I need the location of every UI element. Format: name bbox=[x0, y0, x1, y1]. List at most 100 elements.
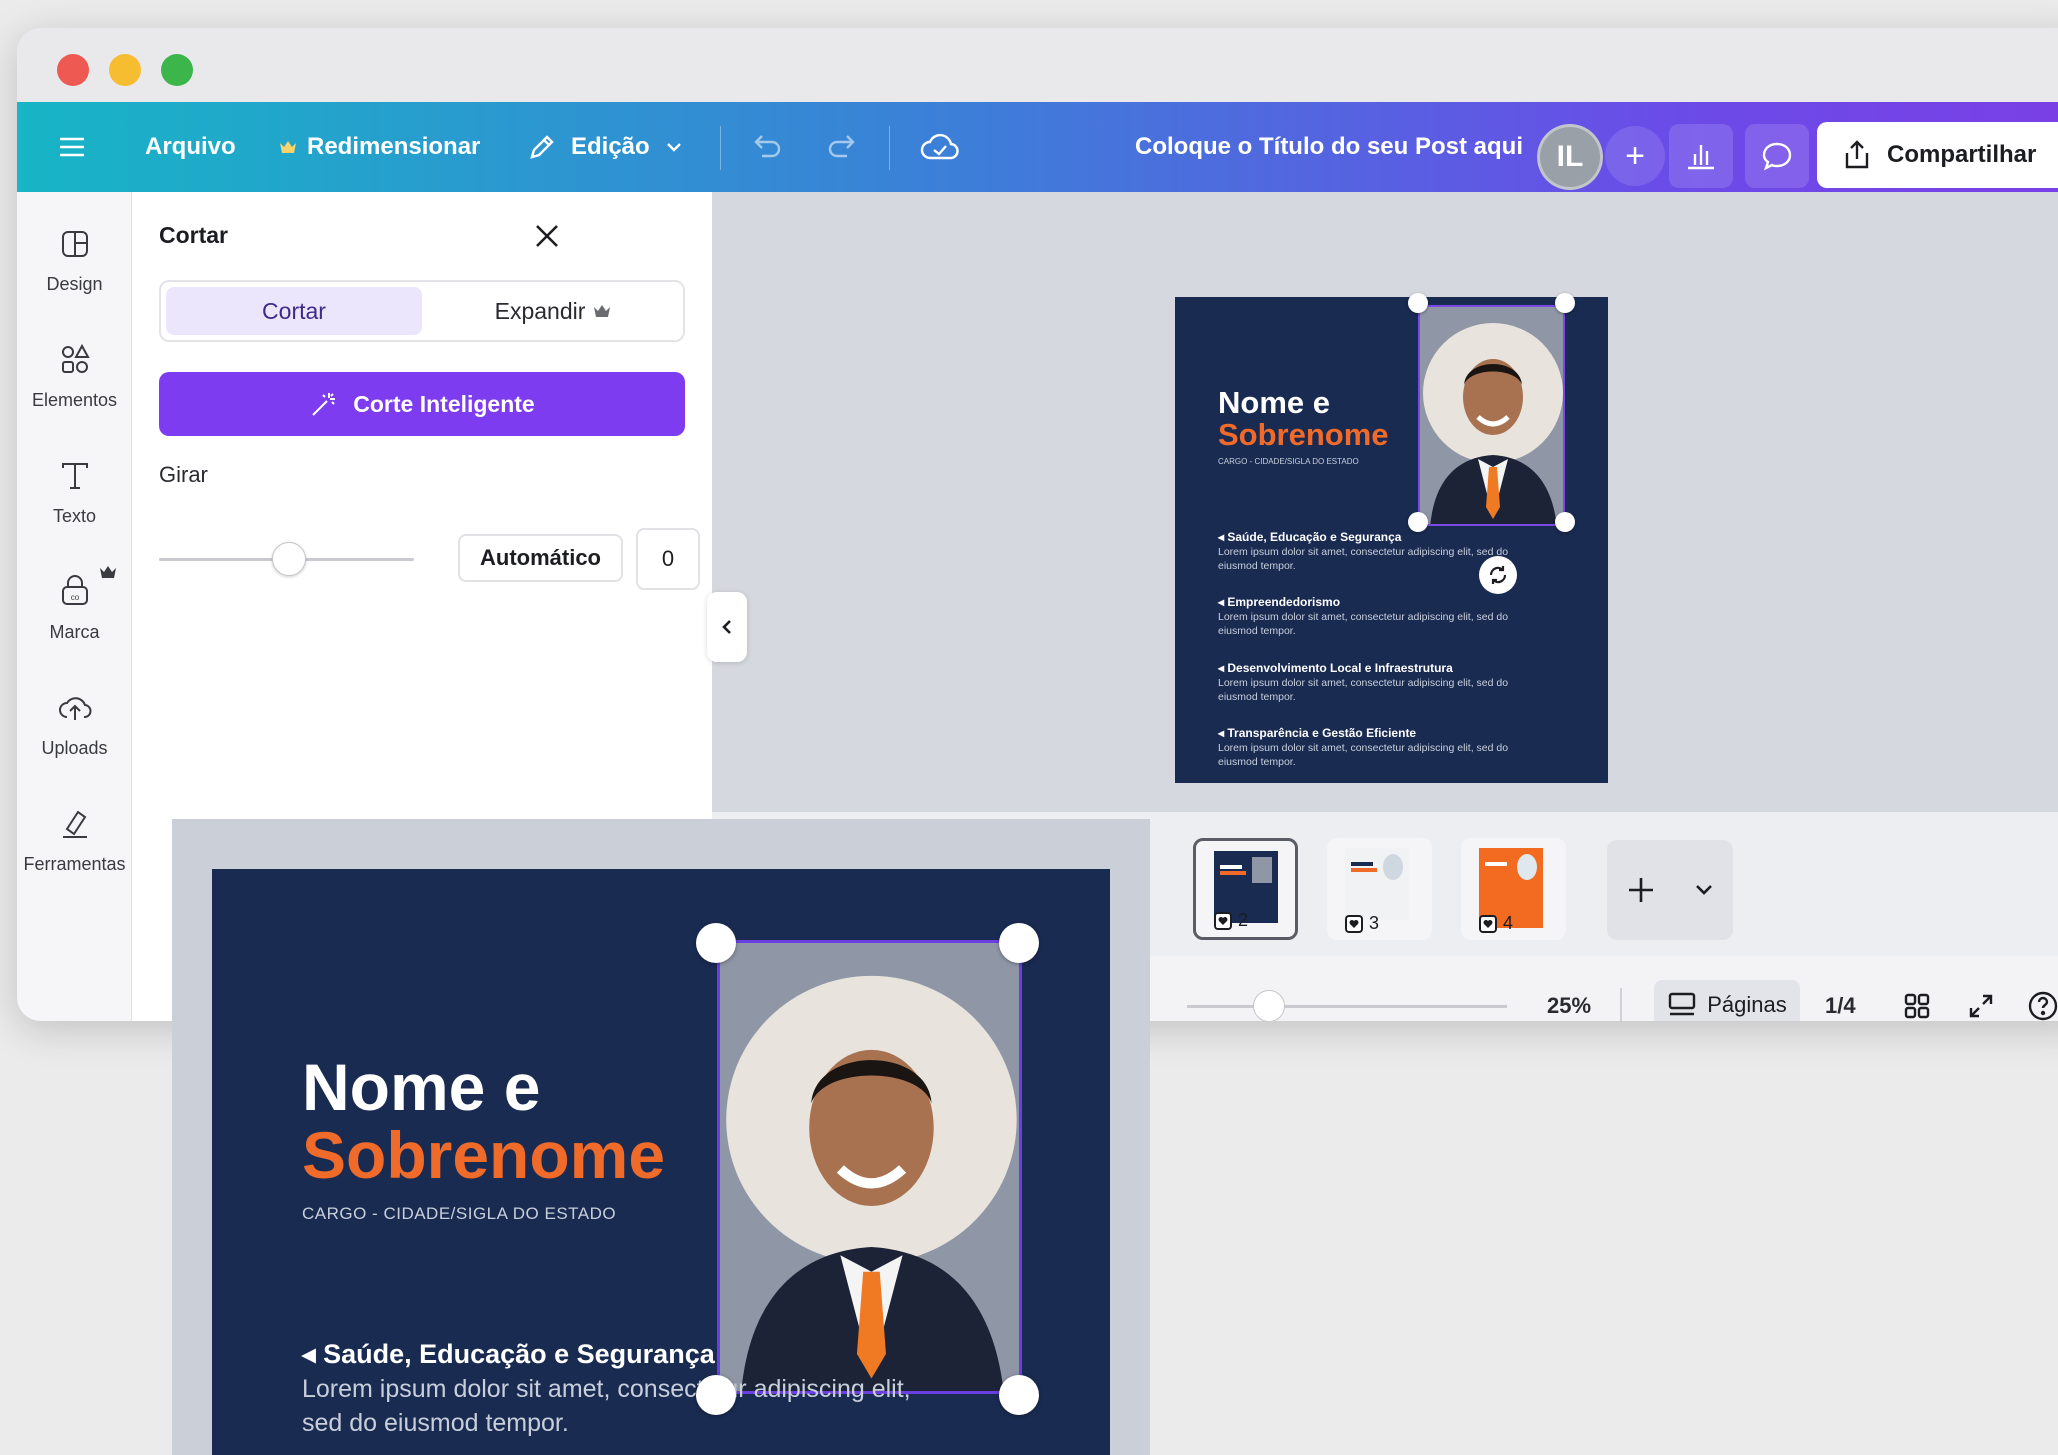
zoomed-bullet-title: ◂ Saúde, Educação e Segurança bbox=[302, 1339, 715, 1369]
pages-button[interactable]: Páginas bbox=[1654, 980, 1800, 1021]
tab-crop[interactable]: Cortar bbox=[166, 287, 422, 335]
thumbnail-photo bbox=[1252, 857, 1272, 883]
share-button[interactable]: Compartilhar bbox=[1817, 122, 2058, 188]
poster-bullet-text[interactable]: Lorem ipsum dolor sit amet, consectetur … bbox=[1218, 611, 1538, 638]
smart-crop-button[interactable]: Corte Inteligente bbox=[159, 372, 685, 436]
invite-button[interactable]: + bbox=[1605, 126, 1665, 186]
close-window-button[interactable] bbox=[57, 54, 89, 86]
rotate-slider-handle[interactable] bbox=[272, 542, 306, 576]
close-panel-button[interactable] bbox=[527, 216, 567, 256]
fullscreen-button[interactable] bbox=[1961, 986, 2001, 1021]
hamburger-icon bbox=[60, 137, 84, 157]
candidate-photo[interactable] bbox=[1418, 305, 1565, 526]
sidebar-item-design[interactable]: Design bbox=[17, 224, 132, 295]
page-number: 4 bbox=[1479, 913, 1513, 934]
comments-button[interactable] bbox=[1745, 124, 1809, 188]
file-menu[interactable]: Arquivo bbox=[145, 102, 236, 192]
zoomed-candidate-photo bbox=[717, 940, 1022, 1394]
crop-handle-top-left[interactable] bbox=[1408, 293, 1428, 313]
maximize-window-button[interactable] bbox=[161, 54, 193, 86]
toolbar-divider bbox=[720, 126, 721, 170]
edit-menu[interactable]: Edição bbox=[527, 102, 684, 192]
heart-badge-icon bbox=[1214, 911, 1232, 930]
rotate-angle-input[interactable]: 0 bbox=[636, 528, 700, 590]
zoomed-crop-handle-top-right bbox=[999, 923, 1039, 963]
page-thumbnail-3[interactable]: 3 bbox=[1327, 838, 1432, 940]
crown-icon bbox=[594, 305, 611, 317]
crop-handle-bottom-right[interactable] bbox=[1555, 512, 1575, 532]
upload-share-icon bbox=[1845, 140, 1869, 169]
add-page-plus-icon[interactable] bbox=[1626, 875, 1656, 905]
cloud-check-icon bbox=[920, 133, 959, 160]
poster-bullet-title[interactable]: ◂ Transparência e Gestão Eficiente bbox=[1218, 726, 1416, 740]
help-button[interactable] bbox=[2023, 986, 2058, 1021]
zoomed-detail-overlay: Nome e Sobrenome CARGO - CIDADE/SIGLA DO… bbox=[172, 819, 1150, 1455]
resize-menu[interactable]: Redimensionar bbox=[279, 102, 480, 192]
svg-text:co: co bbox=[70, 593, 79, 602]
auto-rotate-button[interactable]: Automático bbox=[458, 534, 623, 582]
sidebar-item-brand[interactable]: co Marca bbox=[17, 566, 132, 643]
zoomed-name-line1: Nome e bbox=[302, 1050, 541, 1124]
redo-icon bbox=[828, 135, 855, 158]
zoom-level[interactable]: 25% bbox=[1547, 993, 1591, 1019]
undo-icon bbox=[754, 135, 781, 158]
poster-role[interactable]: CARGO - CIDADE/SIGLA DO ESTADO bbox=[1218, 457, 1359, 466]
poster-bullet-title[interactable]: ◂ Desenvolvimento Local e Infraestrutura bbox=[1218, 661, 1453, 675]
grid-icon bbox=[1904, 993, 1930, 1019]
sidebar-item-text[interactable]: Texto bbox=[17, 456, 132, 527]
grid-view-button[interactable] bbox=[1897, 986, 1937, 1021]
poster-bullet-title[interactable]: ◂ Saúde, Educação e Segurança bbox=[1218, 530, 1401, 544]
crop-mode-tabs: Cortar Expandir bbox=[159, 280, 685, 342]
brand-kit-icon: co bbox=[61, 575, 88, 605]
page-number: 3 bbox=[1345, 913, 1379, 934]
zoomed-crop-handle-top-left bbox=[696, 923, 736, 963]
poster-bullet-text[interactable]: Lorem ipsum dolor sit amet, consectetur … bbox=[1218, 677, 1538, 704]
thumbnail-line bbox=[1485, 862, 1507, 866]
crop-handle-bottom-left[interactable] bbox=[1408, 512, 1428, 532]
title-bar bbox=[17, 28, 2058, 102]
sidebar-item-elements[interactable]: Elementos bbox=[17, 340, 132, 411]
redo-button[interactable] bbox=[825, 102, 859, 192]
pen-tool-icon bbox=[62, 810, 87, 838]
zoom-slider-handle[interactable] bbox=[1253, 990, 1285, 1021]
toolbar-divider bbox=[889, 126, 890, 170]
rotate-handle[interactable] bbox=[1479, 556, 1517, 594]
cloud-save-button[interactable] bbox=[920, 102, 960, 192]
sidebar-item-tools[interactable]: Ferramentas bbox=[17, 804, 132, 875]
zoomed-crop-handle-bottom-left bbox=[696, 1375, 736, 1415]
chevron-down-icon[interactable] bbox=[1693, 879, 1715, 901]
undo-button[interactable] bbox=[750, 102, 784, 192]
avatar[interactable]: IL bbox=[1537, 124, 1603, 190]
menu-button[interactable] bbox=[57, 102, 87, 192]
expand-icon bbox=[1969, 994, 1993, 1018]
bar-chart-icon bbox=[1688, 145, 1714, 170]
sidebar-item-uploads[interactable]: Uploads bbox=[17, 688, 132, 759]
tab-expand[interactable]: Expandir bbox=[425, 287, 681, 335]
crop-handle-top-right[interactable] bbox=[1555, 293, 1575, 313]
poster-name-line2[interactable]: Sobrenome bbox=[1218, 417, 1389, 453]
poster-bullet-title[interactable]: ◂ Empreendedorismo bbox=[1218, 595, 1340, 609]
layout-icon bbox=[61, 231, 88, 257]
poster-name-line1[interactable]: Nome e bbox=[1218, 385, 1330, 421]
page-number: 2 bbox=[1214, 910, 1248, 931]
add-page-controls bbox=[1607, 840, 1733, 940]
rotate-icon bbox=[1489, 566, 1507, 584]
zoom-slider-track[interactable] bbox=[1187, 1005, 1507, 1008]
design-title[interactable]: Coloque o Título do seu Post aqui bbox=[1135, 102, 1523, 192]
poster-bullet-text[interactable]: Lorem ipsum dolor sit amet, consectetur … bbox=[1218, 742, 1538, 769]
close-icon bbox=[536, 225, 558, 247]
plus-icon: + bbox=[1625, 136, 1645, 175]
heart-badge-icon bbox=[1345, 914, 1363, 933]
insights-button[interactable] bbox=[1669, 124, 1733, 188]
help-icon bbox=[2028, 991, 2058, 1021]
thumbnail-line bbox=[1220, 865, 1242, 869]
collapse-panel-button[interactable] bbox=[707, 592, 747, 662]
minimize-window-button[interactable] bbox=[109, 54, 141, 86]
thumbnail-preview bbox=[1345, 848, 1409, 920]
page-thumbnail-4[interactable]: 4 bbox=[1461, 838, 1566, 940]
page-thumbnail-2[interactable]: 2 bbox=[1193, 838, 1298, 940]
zoomed-design-page: Nome e Sobrenome CARGO - CIDADE/SIGLA DO… bbox=[212, 869, 1110, 1455]
thumbnail-photo bbox=[1383, 854, 1403, 880]
zoomed-name-line2: Sobrenome bbox=[302, 1118, 666, 1192]
design-page[interactable]: Nome e Sobrenome CARGO - CIDADE/SIGLA DO… bbox=[1175, 297, 1608, 783]
